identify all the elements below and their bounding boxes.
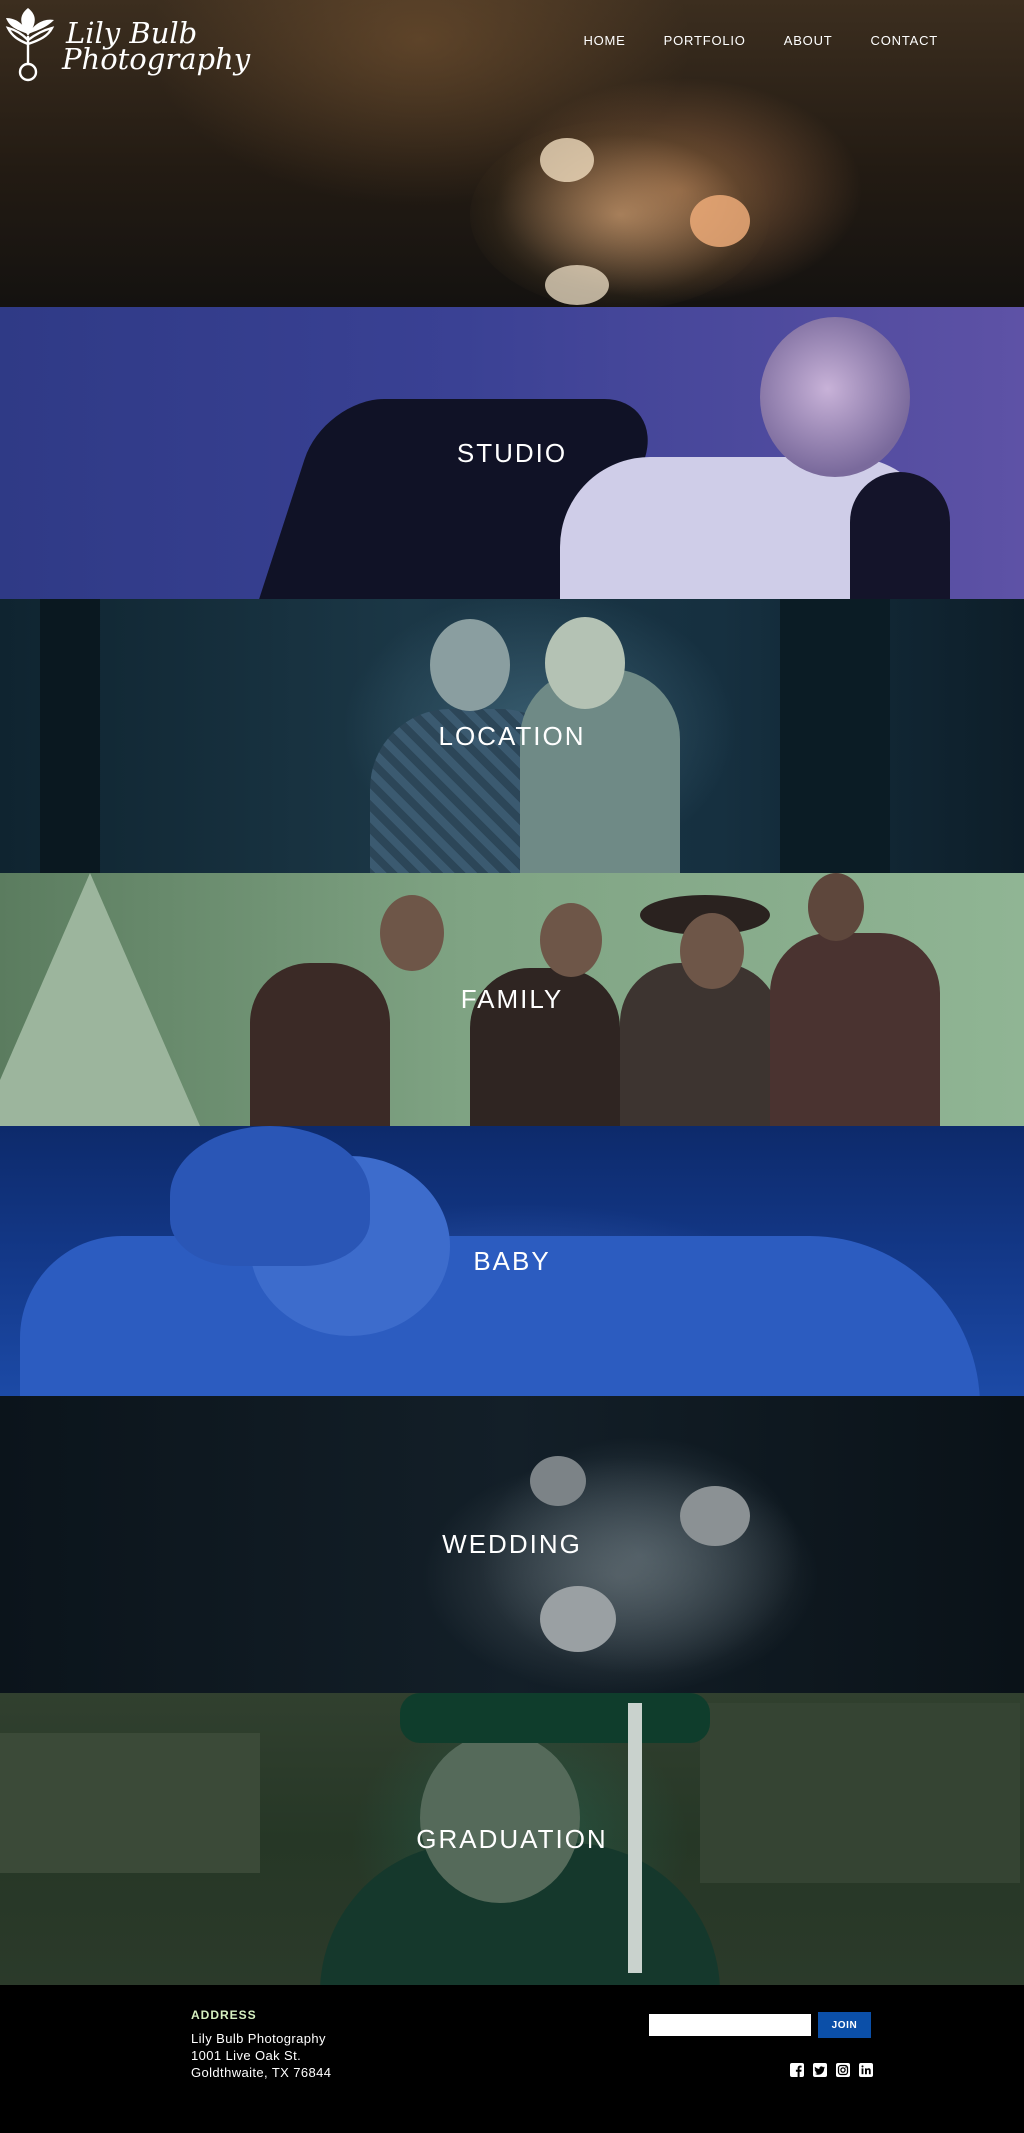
newsletter-signup: JOIN [649, 2012, 871, 2038]
category-location[interactable]: LOCATION [0, 599, 1024, 873]
category-wedding[interactable]: WEDDING [0, 1396, 1024, 1693]
baby-hat [170, 1126, 370, 1266]
address-heading: ADDRESS [191, 2008, 257, 2022]
graduation-building [0, 1733, 260, 1873]
nav-contact[interactable]: CONTACT [871, 33, 938, 48]
category-label: WEDDING [442, 1529, 582, 1559]
hero-flower [540, 138, 594, 182]
category-label: STUDIO [456, 437, 568, 468]
main-nav: HOME PORTFOLIO ABOUT CONTACT [583, 33, 938, 48]
wedding-bouquet [420, 1456, 820, 1693]
location-tree [780, 599, 890, 873]
address-line: Goldthwaite, TX 76844 [191, 2065, 332, 2080]
lily-bulb-icon [5, 8, 55, 82]
location-tree [40, 599, 100, 873]
category-label: BABY [473, 1245, 551, 1276]
category-studio[interactable]: STUDIO [0, 307, 1024, 599]
social-links [789, 2062, 874, 2078]
logo-wordmark: Lily Bulb Photography [62, 19, 250, 74]
family-christmas-tree [0, 873, 200, 1126]
family-member [250, 963, 390, 1126]
family-head [680, 913, 744, 989]
category-label: FAMILY [460, 984, 564, 1014]
instagram-icon[interactable] [835, 2062, 851, 2078]
family-member [620, 963, 780, 1126]
category-graduation[interactable]: GRADUATION [0, 1693, 1024, 1985]
linkedin-icon[interactable] [858, 2062, 874, 2078]
wedding-flower [680, 1486, 750, 1546]
wedding-flower [540, 1586, 616, 1652]
nav-about[interactable]: ABOUT [784, 33, 833, 48]
graduation-face [420, 1733, 580, 1903]
category-label: LOCATION [438, 720, 586, 751]
site-logo[interactable]: Lily Bulb Photography [4, 6, 250, 86]
location-man-head [430, 619, 510, 711]
graduation-cap [400, 1693, 710, 1743]
address-line: Lily Bulb Photography [191, 2031, 326, 2046]
location-woman-head [545, 617, 625, 709]
nav-portfolio[interactable]: PORTFOLIO [664, 33, 746, 48]
graduation-building [700, 1703, 1020, 1883]
category-family[interactable]: FAMILY [0, 873, 1024, 1126]
address-line: 1001 Live Oak St. [191, 2048, 302, 2063]
hero-flower [690, 195, 750, 247]
family-member [770, 933, 940, 1126]
category-label: GRADUATION [416, 1823, 608, 1854]
facebook-icon[interactable] [789, 2062, 805, 2078]
family-head [808, 873, 864, 941]
twitter-icon[interactable] [812, 2062, 828, 2078]
footer-address: ADDRESS Lily Bulb Photography 1001 Live … [191, 2008, 331, 2081]
category-baby[interactable]: BABY [0, 1126, 1024, 1396]
join-button[interactable]: JOIN [818, 2012, 871, 2038]
logo-line-2: Photography [62, 42, 251, 76]
nav-home[interactable]: HOME [583, 33, 625, 48]
page: Lily Bulb Photography HOME PORTFOLIO ABO… [0, 0, 1024, 2133]
wedding-flower [530, 1456, 586, 1506]
hero-flower [545, 265, 609, 305]
hero-header: Lily Bulb Photography HOME PORTFOLIO ABO… [0, 0, 1024, 307]
studio-model-head [760, 317, 910, 477]
family-head [540, 903, 602, 977]
graduation-tassel [628, 1703, 642, 1973]
family-head [380, 895, 444, 971]
newsletter-email-input[interactable] [649, 2014, 811, 2036]
site-footer: ADDRESS Lily Bulb Photography 1001 Live … [0, 1985, 1024, 2133]
studio-model-sleeve [850, 472, 950, 599]
